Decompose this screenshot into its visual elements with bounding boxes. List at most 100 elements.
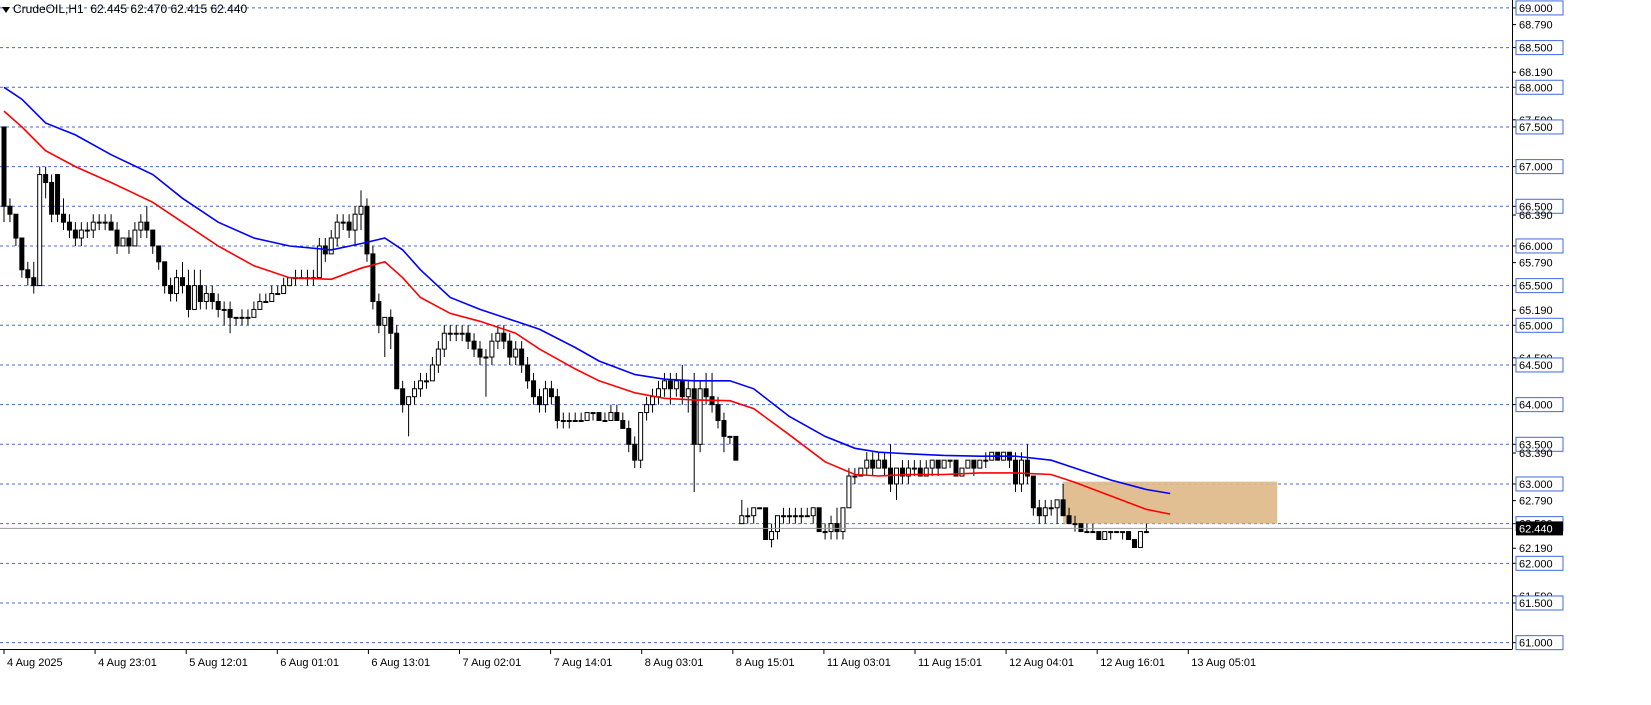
candle-body-bull [239, 316, 245, 319]
candle [941, 459, 947, 469]
price-label: 62.790 [1519, 496, 1553, 508]
candle [959, 467, 965, 477]
time-label: 8 Aug 03:01 [645, 657, 704, 669]
candle-body-bull [876, 459, 882, 469]
candle-body-bull [138, 221, 144, 231]
time-label: 6 Aug 13:01 [371, 657, 430, 669]
price-label: 64.000 [1519, 400, 1553, 412]
price-label: 67.000 [1519, 162, 1553, 174]
dropdown-triangle-icon[interactable] [2, 6, 10, 13]
candle-body-bull [608, 412, 614, 422]
candle-body-bull [566, 420, 572, 423]
candle-body-bear [185, 285, 191, 310]
candle-body-bear [43, 174, 49, 183]
candle [638, 412, 644, 469]
candle-body-bull [947, 459, 953, 462]
candle [1096, 531, 1102, 541]
price-label: 65.000 [1519, 320, 1553, 332]
candle [733, 435, 739, 461]
candle-body-bull [1018, 459, 1024, 485]
candle-body-bull [441, 332, 447, 350]
chart-symbol-header: CrudeOIL,H1 62.445 62.470 62.415 62.440 [2, 2, 247, 16]
candle-body-bull [495, 332, 501, 342]
candle-body-bear [679, 380, 685, 398]
candle-body-bull [638, 412, 644, 461]
time-label: 8 Aug 15:01 [736, 657, 795, 669]
time-label: 4 Aug 23:01 [98, 657, 157, 669]
candle-body-bear [1013, 459, 1018, 485]
candle-body-bear [632, 443, 638, 461]
candle-body-bull [661, 380, 667, 390]
candle-body-bull [418, 380, 423, 390]
price-label: 68.000 [1519, 82, 1553, 94]
time-label: 11 Aug 15:01 [918, 657, 982, 669]
candle-body-bull [697, 388, 703, 445]
candle-body-bull [1108, 531, 1114, 534]
candle [977, 459, 983, 469]
candle-body-bull [780, 515, 786, 518]
price-label: 61.000 [1519, 638, 1553, 650]
candle-body-bull [334, 221, 340, 239]
candle-body-bull [1042, 507, 1048, 517]
candle [965, 459, 971, 469]
supply-zone [1063, 481, 1278, 524]
candle-body-bear [13, 213, 19, 239]
candle [1078, 523, 1084, 533]
candle-body-bear [370, 253, 376, 302]
candle-body-bull [584, 412, 590, 422]
candle [763, 507, 769, 541]
candle-body-bull [739, 515, 745, 525]
candle-body-bull [203, 293, 209, 302]
chart-ohlc: 62.445 62.470 62.415 62.440 [90, 2, 248, 16]
candle [596, 412, 602, 422]
candle-body-bear [168, 285, 174, 295]
candle-body-bull [941, 459, 947, 469]
candle-body-bull [560, 420, 566, 423]
candle-body-bear [376, 300, 382, 326]
price-label: 68.790 [1519, 20, 1553, 32]
price-label: 69.000 [1519, 3, 1553, 15]
candle-body-bull [846, 475, 852, 509]
candle-body-bull [483, 356, 489, 359]
candle-body-bear [471, 340, 477, 350]
candle-body-bull [786, 515, 792, 518]
candle-body-bull [804, 515, 810, 518]
candle-body-bear [388, 316, 394, 334]
candle-body-bear [7, 205, 13, 215]
chart-symbol: CrudeOIL,H1 [13, 2, 84, 16]
candle-body-bear [49, 181, 55, 215]
price-label: 65.500 [1519, 281, 1553, 293]
candle-body-bull [602, 420, 608, 423]
candle-body-bear [501, 332, 507, 342]
candle-body-bear [215, 300, 221, 310]
candle-body-bear [1132, 539, 1137, 548]
candle-body-bear [25, 269, 31, 279]
candle-body-bull [1048, 507, 1054, 510]
candle-body-bull [102, 221, 108, 224]
price-label: 66.000 [1519, 241, 1553, 253]
candle-body-bull [1137, 531, 1143, 548]
candle-body-bull [257, 300, 263, 310]
candle-body-bull [269, 293, 275, 302]
candle [1132, 539, 1137, 548]
candle-body-bear [1, 126, 7, 207]
candle-body-bear [525, 364, 531, 382]
candle-body-bear [400, 388, 406, 406]
candle-body-bear [55, 174, 61, 215]
time-label: 11 Aug 03:01 [827, 657, 891, 669]
candle-body-bull [572, 420, 578, 423]
candle-body-bull [727, 435, 733, 438]
candle-body-bull [245, 316, 251, 319]
candle-body-bear [537, 396, 542, 406]
candle [394, 325, 400, 390]
candle [584, 412, 590, 422]
candle-body-bull [423, 380, 429, 383]
time-label: 7 Aug 02:01 [463, 657, 522, 669]
candle-body-bear [114, 229, 120, 247]
price-label: 67.500 [1519, 122, 1553, 134]
candle-body-bear [614, 412, 620, 422]
candle-body-bull [406, 396, 412, 406]
price-label: 63.000 [1519, 479, 1553, 491]
price-chart[interactable]: 69.00068.79068.50068.19068.00067.59067.5… [0, 0, 1651, 705]
candle-body-bull [644, 404, 650, 414]
